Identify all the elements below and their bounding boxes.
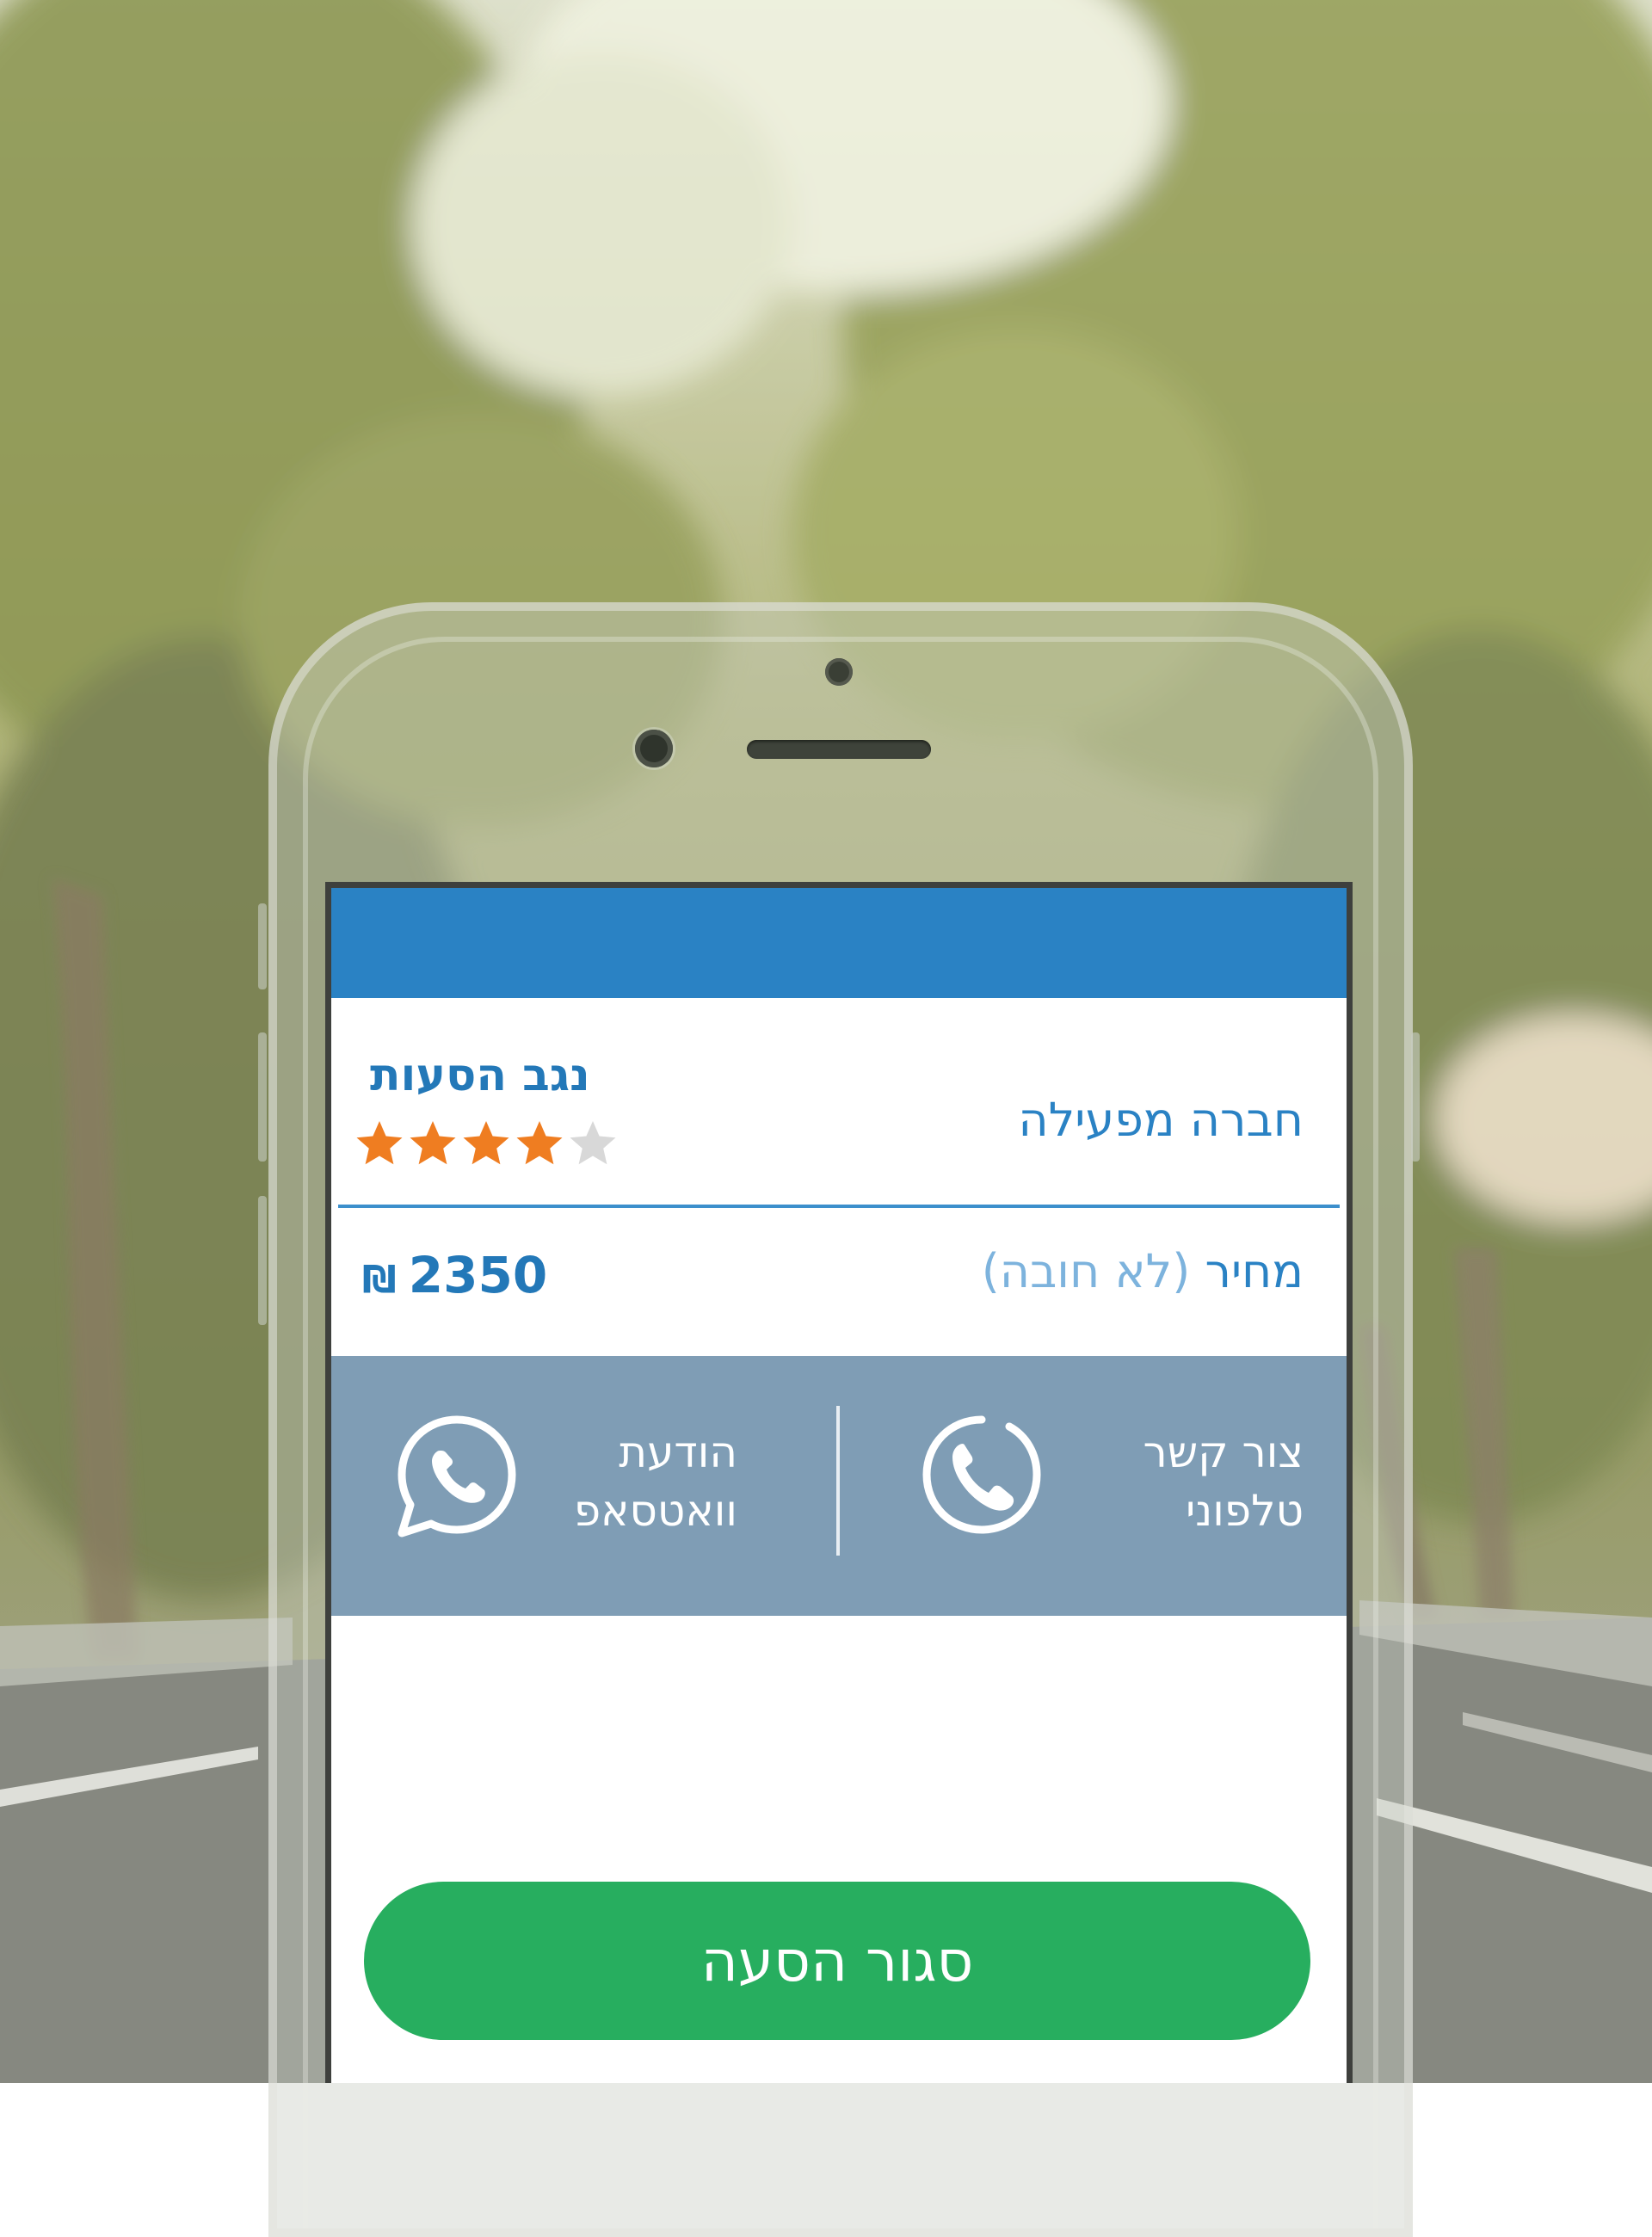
phone-power-button	[1411, 1032, 1420, 1162]
star-empty-icon	[570, 1121, 616, 1165]
app-header-bar	[331, 888, 1347, 998]
whatsapp-label-line2: וואטסאפ	[573, 1486, 737, 1536]
phone-side-button	[258, 903, 267, 989]
whatsapp-label-line1: הודעת	[619, 1427, 737, 1477]
star-filled-icon	[410, 1121, 456, 1165]
phone-call-button[interactable]: צור קשר טלפוני	[839, 1356, 1347, 1616]
price-label-text: מחיר	[1205, 1244, 1304, 1298]
phone-front-camera-icon	[635, 730, 673, 767]
whatsapp-label: הודעת וואטסאפ	[574, 1423, 737, 1540]
currency-symbol: ₪	[362, 1258, 397, 1302]
company-label: חברה מפעילה	[1018, 1093, 1304, 1147]
close-ride-button[interactable]: סגור הסעה	[364, 1882, 1310, 2040]
star-filled-icon	[463, 1121, 509, 1165]
phone-icon	[922, 1415, 1041, 1534]
phone-call-label-line2: טלפוני	[1186, 1486, 1304, 1536]
contact-options-band: הודעת וואטסאפ צור קשר טלפוני	[331, 1356, 1347, 1616]
company-name[interactable]: נגב הסעות	[370, 1050, 590, 1101]
price-optional-note: (לא חובה)	[981, 1244, 1191, 1298]
phone-call-label-line1: צור קשר	[1143, 1427, 1304, 1477]
whatsapp-message-button[interactable]: הודעת וואטסאפ	[331, 1356, 839, 1616]
phone-call-label: צור קשר טלפוני	[1143, 1423, 1304, 1540]
star-filled-icon	[356, 1121, 403, 1165]
price-row: מחיר (לא חובה) ₪ 2350	[331, 1208, 1347, 1356]
price-value: ₪ 2350	[362, 1246, 547, 1304]
phone-volume-down-button	[258, 1196, 267, 1325]
operator-company-row: חברה מפעילה נגב הסעות	[331, 998, 1347, 1205]
app-screen: חברה מפעילה נגב הסעות מחיר (לא חובה) ₪ 23…	[325, 882, 1353, 2083]
star-filled-icon	[516, 1121, 563, 1165]
phone-proximity-sensor	[825, 658, 853, 686]
price-amount: 2350	[408, 1246, 548, 1304]
company-rating	[354, 1118, 619, 1170]
price-label: מחיר (לא חובה)	[982, 1244, 1304, 1298]
phone-earpiece-speaker	[747, 740, 931, 759]
whatsapp-icon	[398, 1415, 516, 1538]
phone-volume-up-button	[258, 1032, 267, 1162]
